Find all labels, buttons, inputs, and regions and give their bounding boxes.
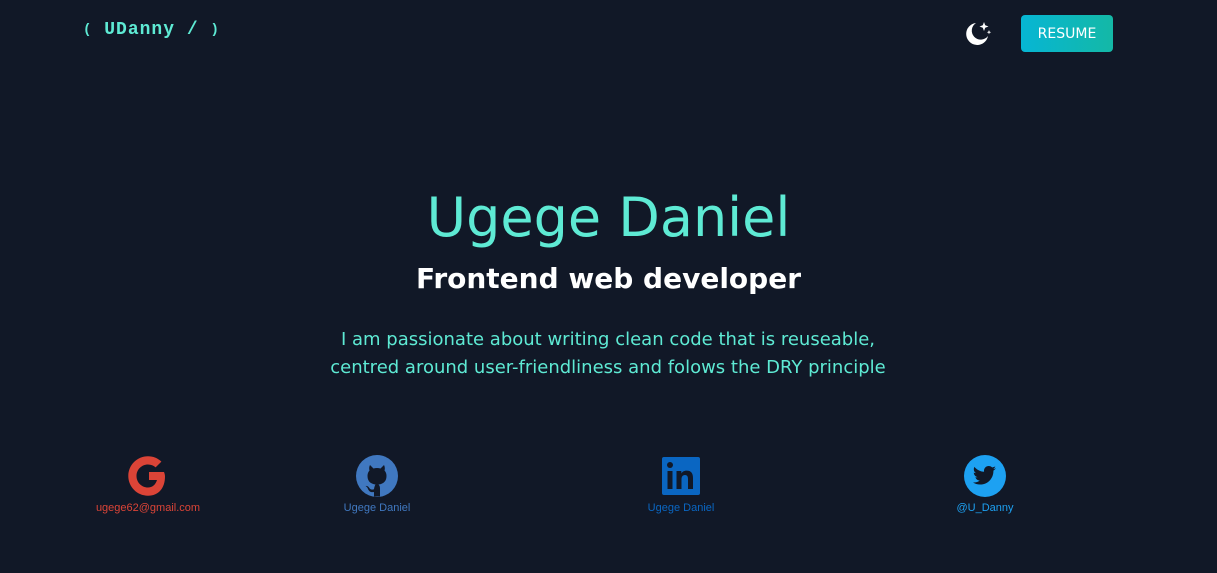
linkedin-name-label: Ugege Daniel — [647, 502, 715, 514]
linkedin-icon — [662, 457, 700, 495]
portfolio-page: ( UDanny / ) RESUME Ugege Daniel Fronten… — [0, 0, 1217, 573]
theme-toggle-button[interactable] — [962, 19, 992, 49]
moon-star-icon — [966, 22, 992, 45]
twitter-handle-label: @U_Danny — [956, 502, 1014, 514]
github-icon — [356, 455, 398, 497]
social-link-linkedin[interactable]: Ugege Daniel — [581, 452, 781, 514]
logo-open-bracket: ( — [83, 22, 93, 38]
social-link-github[interactable]: Ugege Daniel — [277, 452, 477, 514]
google-icon — [128, 456, 165, 496]
google-email-label: ugege62@gmail.com — [95, 502, 201, 514]
site-logo[interactable]: ( UDanny / ) — [83, 20, 220, 40]
hero-name: Ugege Daniel — [426, 186, 791, 249]
hero-role: Frontend web developer — [415, 262, 801, 295]
social-link-google[interactable]: ugege62@gmail.com — [48, 452, 248, 514]
github-name-label: Ugege Daniel — [343, 502, 411, 514]
hero-bio-line-1: I am passionate about writing clean code… — [340, 329, 876, 350]
twitter-icon — [964, 455, 1006, 497]
logo-text: UDanny / — [104, 20, 199, 40]
hero-bio: I am passionate about writing clean code… — [308, 326, 908, 382]
resume-button[interactable]: RESUME — [1021, 15, 1113, 52]
social-link-twitter[interactable]: @U_Danny — [885, 452, 1085, 514]
logo-close-bracket: ) — [210, 22, 220, 38]
hero-bio-line-2: centred around user-friendliness and fol… — [330, 357, 886, 378]
